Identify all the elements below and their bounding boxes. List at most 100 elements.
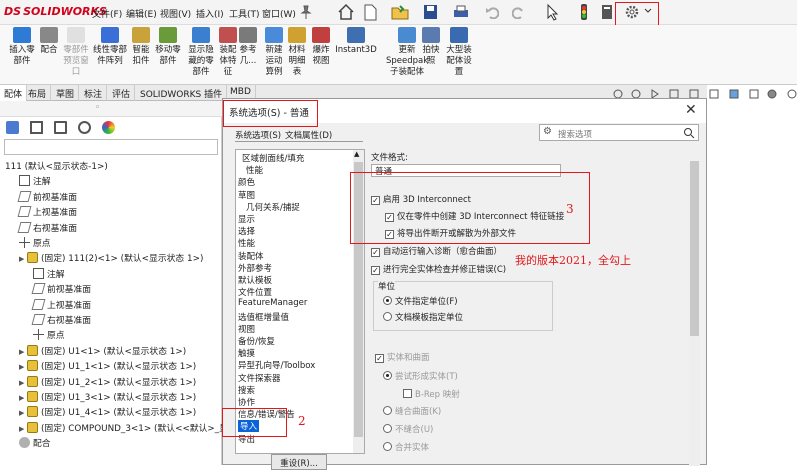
- tree-item[interactable]: 右视基准面: [17, 221, 77, 234]
- tab-4[interactable]: 评估: [108, 85, 136, 101]
- tree-item[interactable]: 上视基准面: [31, 298, 91, 311]
- checkbox[interactable]: ✓: [371, 266, 380, 275]
- ribbon-button[interactable]: 智能 扣件: [130, 27, 152, 67]
- menu-item[interactable]: 编辑(E): [126, 7, 157, 20]
- radio-button[interactable]: [383, 424, 392, 433]
- tab-1[interactable]: 布局: [24, 85, 52, 101]
- radio-button[interactable]: [383, 296, 392, 305]
- menu-item[interactable]: 插入(I): [196, 7, 224, 20]
- search-options-box[interactable]: ⚙ 搜索选项: [539, 124, 699, 141]
- checkbox[interactable]: [403, 389, 412, 398]
- search-input[interactable]: 搜索选项: [558, 128, 592, 140]
- solids-surfaces-option[interactable]: B-Rep 映射: [403, 388, 460, 400]
- ribbon-button[interactable]: 拍快 照: [420, 27, 442, 67]
- tab-3[interactable]: 标注: [80, 85, 108, 101]
- pin-icon[interactable]: [300, 4, 312, 20]
- file-properties-icon[interactable]: [600, 3, 614, 21]
- ribbon-button[interactable]: 线性零部 件阵列: [92, 27, 128, 67]
- tree-item[interactable]: ▶ (固定) U1<1> (默认<显示状态 1>): [19, 344, 186, 357]
- content-scrollbar[interactable]: [689, 161, 700, 466]
- ribbon-button[interactable]: 插入零 部件: [8, 27, 36, 67]
- category-list-item[interactable]: 性能: [238, 237, 255, 249]
- open-icon[interactable]: [390, 3, 410, 21]
- tab-document-properties[interactable]: 文档属性(D): [285, 129, 332, 141]
- tree-item[interactable]: 右视基准面: [31, 313, 91, 326]
- category-list-item[interactable]: 协作: [238, 396, 255, 408]
- category-list-item[interactable]: 性能: [246, 164, 263, 176]
- unit-radio-row[interactable]: 文档模板指定单位: [383, 311, 463, 323]
- solids-surfaces-option[interactable]: 合并实体: [383, 441, 429, 453]
- traffic-light-icon[interactable]: [578, 3, 590, 21]
- tree-item[interactable]: ▶ (固定) U1_2<1> (默认<显示状态 1>): [19, 375, 196, 388]
- expand-arrow-icon[interactable]: ▶: [19, 363, 27, 371]
- radio-button[interactable]: [383, 406, 392, 415]
- expand-arrow-icon[interactable]: ▶: [19, 409, 27, 417]
- ribbon-button[interactable]: 移动零 部件: [152, 27, 184, 67]
- tree-item[interactable]: 前视基准面: [17, 190, 77, 203]
- ribbon-button[interactable]: 材料 明细 表: [286, 27, 308, 78]
- tree-item[interactable]: 前视基准面: [31, 282, 91, 295]
- select-cursor-icon[interactable]: [545, 3, 559, 21]
- radio-button[interactable]: [383, 312, 392, 321]
- category-list-item[interactable]: 草图: [238, 189, 255, 201]
- scroll-up-icon[interactable]: ▲: [354, 150, 359, 158]
- property-manager-tab-icon[interactable]: [30, 121, 43, 134]
- category-list-item[interactable]: 选择: [238, 225, 255, 237]
- expand-arrow-icon[interactable]: ▶: [19, 348, 27, 356]
- category-list-item[interactable]: 文件位置: [238, 286, 272, 298]
- tree-item[interactable]: ▶ (固定) U1_1<1> (默认<显示状态 1>): [19, 359, 196, 372]
- solids-surfaces-option[interactable]: 缝合曲面(K): [383, 405, 441, 417]
- category-list-item[interactable]: 装配体: [238, 250, 264, 262]
- ribbon-button[interactable]: 爆炸 视图: [310, 27, 332, 67]
- category-list-item[interactable]: 外部参考: [238, 262, 272, 274]
- category-list-item[interactable]: 搜索: [238, 384, 255, 396]
- ribbon-button[interactable]: 配合: [38, 27, 60, 56]
- close-icon[interactable]: ✕: [685, 102, 697, 118]
- home-icon[interactable]: [337, 3, 355, 21]
- category-list-item[interactable]: 备份/恢复: [238, 335, 275, 347]
- content-scrollbar-thumb[interactable]: [690, 161, 699, 336]
- expand-arrow-icon[interactable]: ▶: [19, 394, 27, 402]
- expand-arrow-icon[interactable]: ▶: [19, 425, 27, 433]
- tab-2[interactable]: 草图: [52, 85, 80, 101]
- unit-radio-row[interactable]: 文件指定单位(F): [383, 295, 458, 307]
- tree-item[interactable]: 111 (默认<显示状态-1>): [5, 159, 108, 172]
- tree-item[interactable]: ▶ (固定) COMPOUND_3<1> (默认<<默认>_显: [19, 421, 228, 434]
- option-checkbox-row[interactable]: ✓ 进行完全实体检查并修正错误(C): [371, 263, 506, 275]
- ribbon-button[interactable]: 装配 体特 征: [218, 27, 238, 78]
- radio-button[interactable]: [383, 442, 392, 451]
- option-checkbox-row[interactable]: ✓ 自动运行输入诊断（愈合曲面）: [371, 245, 502, 257]
- tab-0[interactable]: 配体: [0, 85, 28, 101]
- reset-button[interactable]: 重设(R)...: [271, 454, 327, 470]
- tree-item[interactable]: 原点: [33, 328, 65, 341]
- expand-arrow-icon[interactable]: ▶: [19, 379, 27, 387]
- tab-5[interactable]: SOLIDWORKS 插件: [136, 85, 228, 101]
- undo-icon[interactable]: [485, 5, 499, 19]
- ribbon-button[interactable]: 大型装 配体设 置: [444, 27, 474, 78]
- tree-item[interactable]: 配合: [19, 436, 51, 449]
- tree-item[interactable]: 注解: [19, 174, 51, 187]
- category-list-item[interactable]: 显示: [238, 213, 255, 225]
- solids-surfaces-option[interactable]: 尝试形成实体(T): [383, 370, 458, 382]
- display-manager-tab-icon[interactable]: [102, 121, 115, 134]
- tree-item[interactable]: 上视基准面: [17, 205, 77, 218]
- dimxpert-tab-icon[interactable]: [78, 121, 91, 134]
- tree-filter-input[interactable]: [4, 139, 218, 155]
- category-list-item[interactable]: 文件探索器: [238, 372, 281, 384]
- category-list-item[interactable]: 几何关系/捕捉: [246, 201, 300, 213]
- solids-surfaces-option[interactable]: 不缝合(U): [383, 423, 433, 435]
- menu-item[interactable]: 窗口(W): [262, 7, 296, 20]
- tree-item[interactable]: ▶ (固定) U1_3<1> (默认<显示状态 1>): [19, 390, 196, 403]
- tree-item[interactable]: ▶ (固定) 111(2)<1> (默认<显示状态 1>): [19, 251, 203, 264]
- category-list-item[interactable]: 默认模板: [238, 274, 272, 286]
- configuration-manager-tab-icon[interactable]: [54, 121, 67, 134]
- category-list-item[interactable]: 选值框增量值: [238, 311, 289, 323]
- category-list-item[interactable]: FeatureManager: [238, 298, 307, 308]
- save-icon[interactable]: [422, 3, 438, 21]
- print-icon[interactable]: [452, 4, 470, 20]
- menu-item[interactable]: 文件(F): [92, 7, 122, 20]
- ribbon-button[interactable]: 新建 运动 算例: [262, 27, 286, 78]
- new-document-icon[interactable]: [362, 3, 378, 21]
- category-list-item[interactable]: 异型孔向导/Toolbox: [238, 359, 315, 371]
- menu-item[interactable]: 视图(V): [160, 7, 191, 20]
